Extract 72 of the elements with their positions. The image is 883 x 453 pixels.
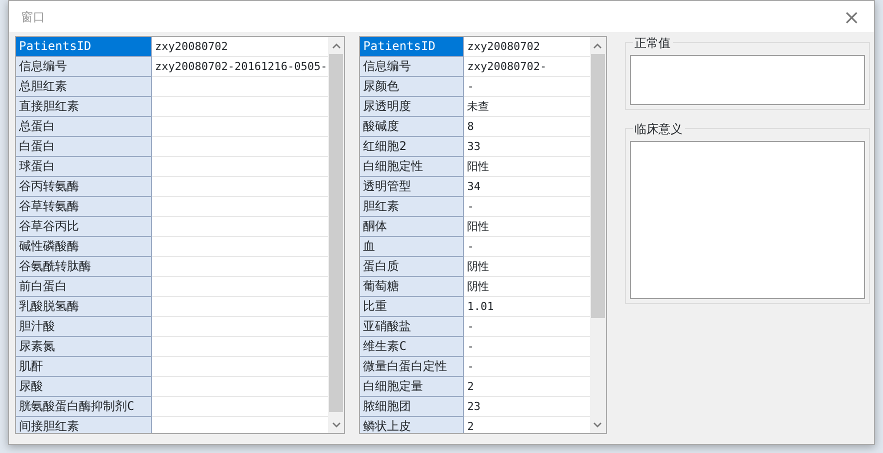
property-name[interactable]: 尿透明度 bbox=[360, 97, 464, 117]
property-value[interactable]: 34 bbox=[464, 177, 590, 197]
property-value[interactable]: - bbox=[464, 77, 590, 97]
property-name[interactable]: 总蛋白 bbox=[16, 117, 152, 137]
scroll-thumb[interactable] bbox=[590, 54, 605, 318]
property-value[interactable]: 阴性 bbox=[464, 277, 590, 297]
property-name[interactable]: 间接胆红素 bbox=[16, 417, 152, 433]
property-name[interactable]: 肌酐 bbox=[16, 357, 152, 377]
scrollbar[interactable] bbox=[590, 37, 606, 433]
group-label: 临床意义 bbox=[632, 120, 685, 138]
property-name[interactable]: 谷草谷丙比 bbox=[16, 217, 152, 237]
property-name[interactable]: 直接胆红素 bbox=[16, 97, 152, 117]
property-name[interactable]: 微量白蛋白定性 bbox=[360, 357, 464, 377]
scrollbar[interactable] bbox=[328, 37, 344, 433]
property-value[interactable]: - bbox=[464, 337, 590, 357]
property-name[interactable]: 谷草转氨酶 bbox=[16, 197, 152, 217]
property-name[interactable]: 鳞状上皮 bbox=[360, 417, 464, 433]
property-name[interactable]: 尿酸 bbox=[16, 377, 152, 397]
property-name[interactable]: 谷丙转氨酶 bbox=[16, 177, 152, 197]
property-value[interactable]: 阳性 bbox=[464, 157, 590, 177]
property-name[interactable]: 白细胞定量 bbox=[360, 377, 464, 397]
property-name[interactable]: 信息编号 bbox=[16, 57, 152, 77]
property-name[interactable]: 尿颜色 bbox=[360, 77, 464, 97]
property-value[interactable]: 2 bbox=[464, 377, 590, 397]
group-label: 正常值 bbox=[632, 34, 673, 52]
property-value[interactable]: - bbox=[464, 357, 590, 377]
scroll-thumb[interactable] bbox=[329, 54, 344, 412]
property-name[interactable]: 血 bbox=[360, 237, 464, 257]
property-name[interactable]: 维生素C bbox=[360, 337, 464, 357]
property-name[interactable]: 蛋白质 bbox=[360, 257, 464, 277]
property-name[interactable]: 谷氨酰转肽酶 bbox=[16, 257, 152, 277]
property-name[interactable]: 总胆红素 bbox=[16, 77, 152, 97]
property-name[interactable]: 白细胞定性 bbox=[360, 157, 464, 177]
scroll-up-icon[interactable] bbox=[332, 42, 341, 48]
scroll-down-icon[interactable] bbox=[593, 422, 602, 428]
property-name[interactable]: 酸碱度 bbox=[360, 117, 464, 137]
property-value[interactable]: 8 bbox=[464, 117, 590, 137]
property-name[interactable]: 红细胞2 bbox=[360, 137, 464, 157]
property-name[interactable]: 白蛋白 bbox=[16, 137, 152, 157]
property-name[interactable]: 胆汁酸 bbox=[16, 317, 152, 337]
property-value[interactable]: 未查 bbox=[464, 97, 590, 117]
property-name[interactable]: 酮体 bbox=[360, 217, 464, 237]
property-name[interactable]: PatientsID bbox=[16, 37, 152, 57]
scroll-down-icon[interactable] bbox=[332, 422, 341, 428]
property-value[interactable]: - bbox=[464, 317, 590, 337]
property-name[interactable]: 葡萄糖 bbox=[360, 277, 464, 297]
property-value[interactable]: zxy20080702 bbox=[464, 37, 590, 57]
close-button[interactable]: × bbox=[839, 6, 864, 26]
property-name[interactable]: 信息编号 bbox=[360, 57, 464, 77]
property-name[interactable]: 脓细胞团 bbox=[360, 397, 464, 417]
property-name[interactable]: 透明管型 bbox=[360, 177, 464, 197]
property-name[interactable]: 胆红素 bbox=[360, 197, 464, 217]
property-value[interactable]: - bbox=[464, 197, 590, 217]
property-value[interactable]: zxy20080702- bbox=[464, 57, 590, 77]
property-name[interactable]: 胱氨酸蛋白酶抑制剂C bbox=[16, 397, 152, 417]
property-value[interactable]: 23 bbox=[464, 397, 590, 417]
property-value[interactable]: 1.01 bbox=[464, 297, 590, 317]
property-name[interactable]: PatientsID bbox=[360, 37, 464, 57]
property-name[interactable]: 乳酸脱氢酶 bbox=[16, 297, 152, 317]
text-area[interactable] bbox=[630, 55, 866, 105]
property-name[interactable]: 碱性磷酸酶 bbox=[16, 237, 152, 257]
property-value[interactable]: - bbox=[464, 237, 590, 257]
scroll-up-icon[interactable] bbox=[593, 42, 602, 48]
property-name[interactable]: 比重 bbox=[360, 297, 464, 317]
property-name[interactable]: 尿素氮 bbox=[16, 337, 152, 357]
property-value[interactable]: 阳性 bbox=[464, 217, 590, 237]
property-name[interactable]: 球蛋白 bbox=[16, 157, 152, 177]
window-title: 窗口 bbox=[21, 8, 45, 26]
property-name[interactable]: 亚硝酸盐 bbox=[360, 317, 464, 337]
property-value[interactable]: 阴性 bbox=[464, 257, 590, 277]
property-value[interactable]: 33 bbox=[464, 137, 590, 157]
property-name[interactable]: 前白蛋白 bbox=[16, 277, 152, 297]
